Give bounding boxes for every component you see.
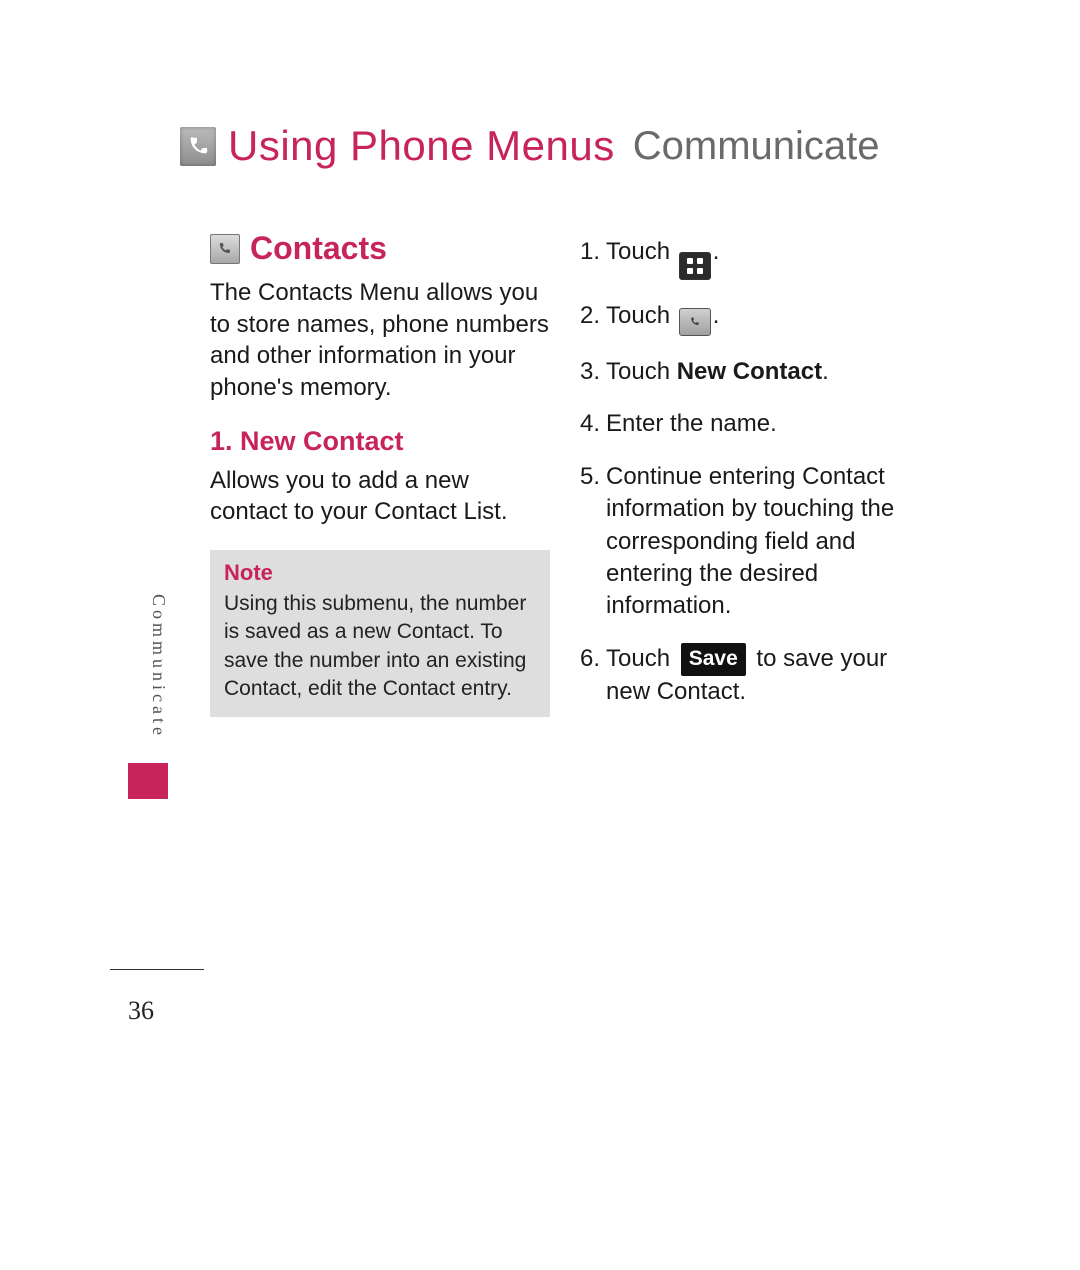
steps-list: 1. Touch . 2. Touch xyxy=(580,236,920,708)
step-4: 4. Enter the name. xyxy=(580,408,920,440)
chapter-title-sub: Communicate xyxy=(633,124,880,169)
phone-app-icon xyxy=(679,308,711,336)
page-number: 36 xyxy=(128,996,154,1026)
step-6: 6. Touch Save to save your new Contact. xyxy=(580,643,920,709)
step-text: Touch xyxy=(606,302,677,329)
step-text: Continue entering Contact information by… xyxy=(606,461,920,623)
chapter-title-main: Using Phone Menus xyxy=(228,122,615,170)
section-heading: Contacts xyxy=(210,230,550,267)
left-column: Contacts The Contacts Menu allows you to… xyxy=(210,230,550,728)
subsection-title: 1. New Contact xyxy=(210,426,550,457)
step-text: . xyxy=(713,302,720,329)
step-bold: New Contact xyxy=(677,358,822,385)
step-text: Touch xyxy=(606,238,677,265)
section-title: Contacts xyxy=(250,230,387,267)
content-columns: Contacts The Contacts Menu allows you to… xyxy=(210,230,930,728)
chapter-heading: Using Phone Menus Communicate xyxy=(180,122,880,170)
step-text: . xyxy=(822,358,829,385)
side-tab-label: Communicate xyxy=(148,594,169,739)
save-button-graphic: Save xyxy=(681,643,746,676)
step-text: Touch xyxy=(606,645,677,672)
note-box: Note Using this submenu, the number is s… xyxy=(210,550,550,717)
right-column: 1. Touch . 2. Touch xyxy=(580,230,920,728)
footer-rule xyxy=(110,969,204,970)
phone-icon xyxy=(180,127,216,166)
subsection-text: Allows you to add a new contact to your … xyxy=(210,465,550,528)
step-2: 2. Touch . xyxy=(580,300,920,336)
apps-grid-icon xyxy=(679,252,711,280)
step-text: Touch xyxy=(606,358,677,385)
step-text: . xyxy=(713,238,720,265)
note-text: Using this submenu, the number is saved … xyxy=(224,590,536,703)
contacts-icon xyxy=(210,234,240,264)
step-text: Enter the name. xyxy=(606,408,920,440)
manual-page: Using Phone Menus Communicate Contacts T… xyxy=(0,0,1080,1270)
note-title: Note xyxy=(224,560,536,586)
step-5: 5. Continue entering Contact information… xyxy=(580,461,920,623)
section-text: The Contacts Menu allows you to store na… xyxy=(210,277,550,404)
step-1: 1. Touch . xyxy=(580,236,920,280)
step-3: 3. Touch New Contact. xyxy=(580,356,920,388)
side-tab-marker xyxy=(128,763,168,799)
